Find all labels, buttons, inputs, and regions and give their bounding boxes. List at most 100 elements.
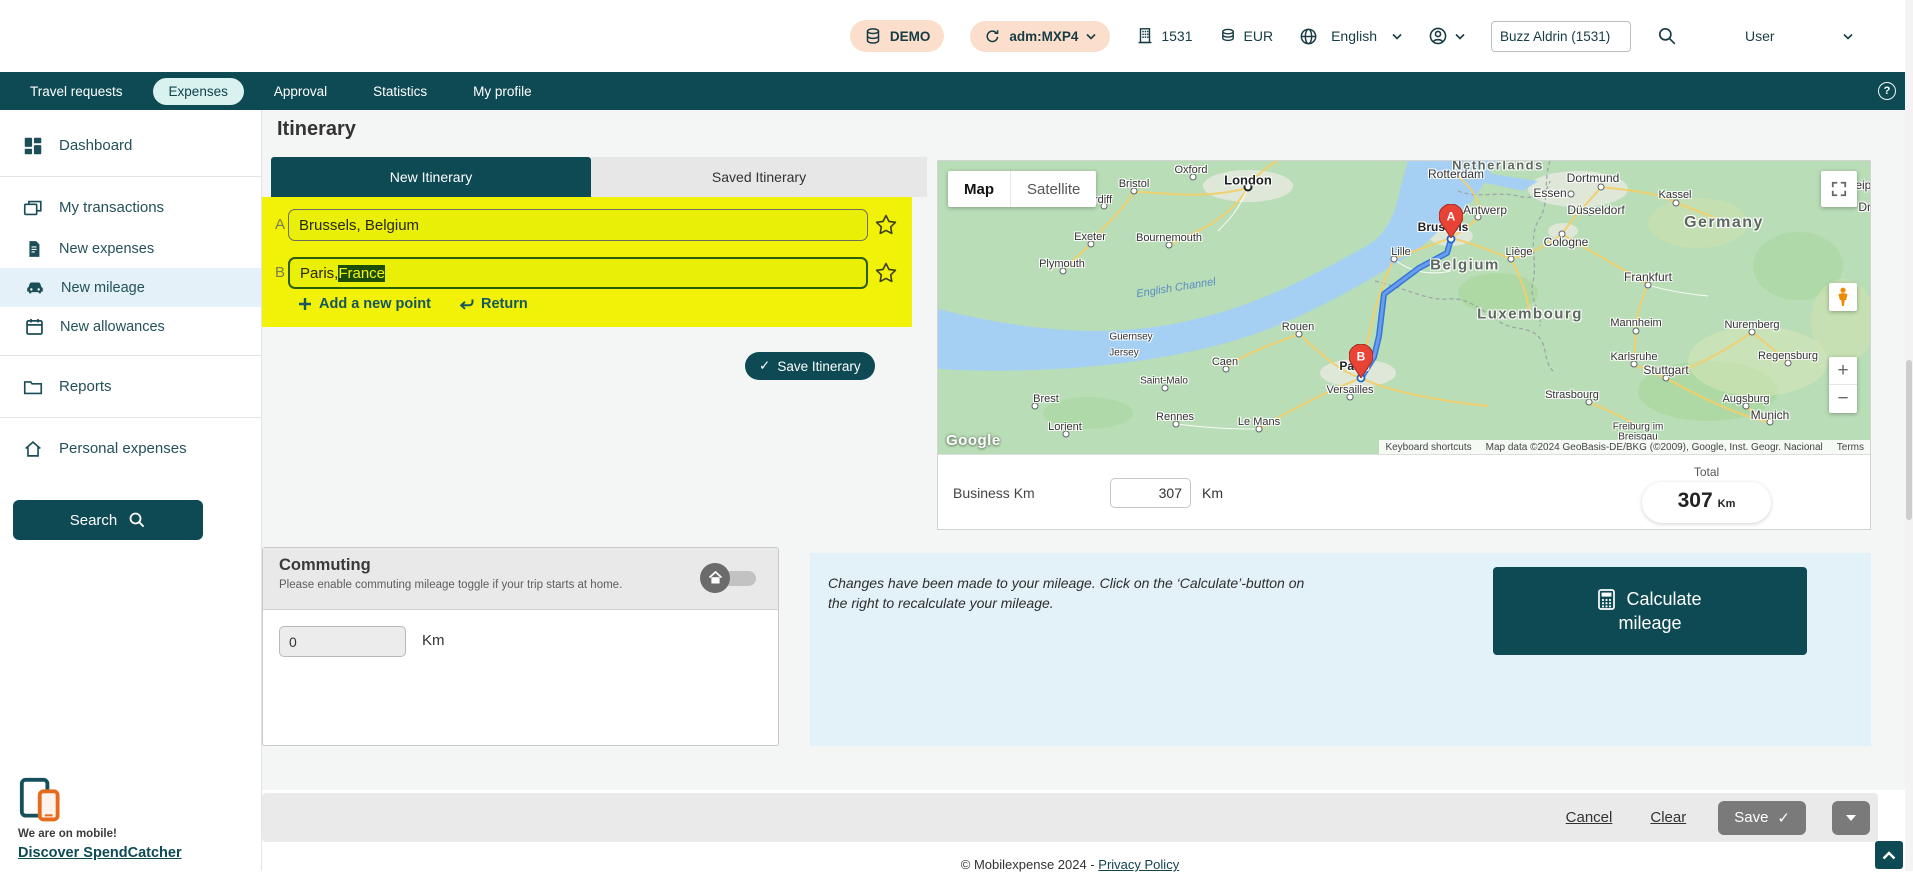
language-selector[interactable]: English: [1299, 27, 1402, 46]
role-selector[interactable]: User: [1745, 28, 1853, 44]
nav-tab-travel-requests[interactable]: Travel requests: [14, 78, 139, 105]
mobile-devices-icon: [18, 776, 182, 822]
keyboard-shortcuts-link[interactable]: Keyboard shortcuts: [1385, 442, 1471, 453]
calendar-icon: [24, 316, 45, 338]
total-unit: Km: [1718, 498, 1736, 510]
map-city-dot: [1785, 360, 1792, 367]
globe-icon: [1299, 27, 1318, 46]
map-city-dot: [1223, 366, 1230, 373]
map-city-dot: [1101, 203, 1108, 210]
plus-icon: [298, 297, 312, 311]
zoom-in-button[interactable]: +: [1829, 357, 1857, 385]
help-icon[interactable]: ?: [1878, 82, 1896, 100]
currency-group: EUR: [1219, 27, 1274, 45]
page-scrollbar[interactable]: [1905, 0, 1913, 871]
business-km-input[interactable]: [1110, 478, 1191, 508]
user-search-input[interactable]: [1491, 21, 1631, 52]
sidebar-search-button[interactable]: Search: [13, 500, 203, 540]
database-icon: [864, 27, 882, 45]
scroll-to-top-button[interactable]: [1875, 841, 1903, 869]
check-icon: ✓: [1777, 809, 1790, 827]
itinerary-point-input-a[interactable]: Brussels, Belgium: [288, 209, 868, 241]
map-city-dot: [1559, 231, 1566, 238]
itinerary-point-input-b[interactable]: Paris, France: [288, 257, 868, 289]
environment-label: adm:MXP4: [1009, 29, 1078, 44]
map-city-dot: [1767, 419, 1774, 426]
nav-tab-my-profile[interactable]: My profile: [457, 78, 548, 105]
sidebar-item-new-mileage[interactable]: New mileage: [0, 268, 261, 307]
map-city-dot: [1391, 256, 1398, 263]
home-icon: [708, 571, 723, 585]
environment-selector[interactable]: adm:MXP4: [970, 21, 1110, 52]
map-city-dot: [1631, 361, 1638, 368]
map-canvas[interactable]: OxfordLondonBristolCardiffExeterBournemo…: [938, 161, 1870, 454]
commuting-toggle[interactable]: [700, 563, 758, 593]
map-city-dot: [1598, 184, 1605, 191]
business-km-unit: Km: [1202, 485, 1223, 501]
pegman-control[interactable]: [1829, 283, 1857, 311]
sidebar: DashboardMy transactionsNew expensesNew …: [0, 110, 262, 871]
google-logo: Google: [946, 432, 1001, 449]
demo-badge[interactable]: DEMO: [850, 20, 945, 52]
sidebar-item-reports[interactable]: Reports: [0, 365, 261, 408]
tab-saved-itinerary[interactable]: Saved Itinerary: [591, 157, 927, 197]
map-type-satellite-button[interactable]: Satellite: [1010, 171, 1096, 207]
map-city-dot: [1645, 282, 1652, 289]
top-header: DEMO adm:MXP4 1531: [0, 0, 1913, 72]
return-link[interactable]: Return: [458, 296, 528, 312]
map-city-dot: [1568, 191, 1575, 198]
recalculate-panel: Changes have been made to your mileage. …: [810, 553, 1871, 746]
promo-link[interactable]: Discover SpendCatcher: [18, 845, 182, 861]
clear-button[interactable]: Clear: [1644, 808, 1692, 827]
map-city-dot: [1743, 403, 1750, 410]
map-marker-a-brussels[interactable]: A: [1439, 204, 1463, 238]
nav-tab-statistics[interactable]: Statistics: [357, 78, 443, 105]
map-marker-b-paris[interactable]: B: [1349, 344, 1373, 378]
main-content: Itinerary New Itinerary Saved Itinerary …: [262, 110, 1913, 871]
scrollbar-thumb[interactable]: [1906, 360, 1912, 520]
map-city-dot: [1296, 331, 1303, 338]
nav-tab-approval[interactable]: Approval: [258, 78, 343, 105]
favorite-star-icon-a[interactable]: [873, 211, 901, 239]
cancel-button[interactable]: Cancel: [1560, 808, 1619, 827]
calculate-mileage-button[interactable]: Calculate mileage: [1493, 567, 1807, 655]
calculator-icon: [1598, 589, 1615, 610]
add-point-link[interactable]: Add a new point: [298, 296, 431, 312]
map-fullscreen-button[interactable]: [1821, 171, 1857, 207]
toggle-knob: [700, 563, 730, 593]
zoom-out-button[interactable]: −: [1829, 385, 1857, 413]
itinerary-form-highlight: ABrussels, BelgiumBParis, France Add a n…: [262, 197, 912, 327]
save-itinerary-button[interactable]: ✓ Save Itinerary: [745, 352, 875, 380]
mileage-summary: Business Km Km Total 307 Km: [938, 454, 1870, 529]
map-city-dot: [1586, 399, 1593, 406]
save-options-button[interactable]: [1832, 801, 1870, 835]
sidebar-item-dashboard[interactable]: Dashboard: [0, 124, 261, 167]
pegman-icon: [1835, 287, 1851, 307]
map-city-dot: [1663, 375, 1670, 382]
map-city-dot: [1347, 394, 1354, 401]
nav-tab-expenses[interactable]: Expenses: [153, 78, 244, 105]
promo-tagline: We are on mobile!: [18, 828, 182, 840]
tab-new-itinerary[interactable]: New Itinerary: [271, 157, 591, 197]
commuting-km-input[interactable]: [279, 626, 406, 657]
entity-id: 1531: [1161, 28, 1192, 44]
map-city-dot: [1063, 431, 1070, 438]
terms-link[interactable]: Terms: [1837, 442, 1864, 453]
document-icon: [24, 238, 44, 260]
chevron-down-icon: [1392, 33, 1402, 40]
save-button[interactable]: Save ✓: [1718, 801, 1806, 835]
map-type-map-button[interactable]: Map: [948, 171, 1010, 207]
transactions-icon: [22, 197, 44, 219]
search-icon[interactable]: [1657, 26, 1677, 46]
sidebar-item-personal-expenses[interactable]: Personal expenses: [0, 427, 261, 470]
chevron-up-icon: [1882, 851, 1896, 860]
sidebar-item-new-allowances[interactable]: New allowances: [0, 307, 261, 346]
chevron-down-icon: [1455, 33, 1465, 40]
map-city-dot: [1749, 329, 1756, 336]
sidebar-item-new-expenses[interactable]: New expenses: [0, 229, 261, 268]
privacy-policy-link[interactable]: Privacy Policy: [1098, 857, 1179, 872]
impersonate-selector[interactable]: [1428, 26, 1465, 46]
main-nav: Travel requests Expenses Approval Statistic…: [0, 72, 1913, 110]
favorite-star-icon-b[interactable]: [873, 259, 901, 287]
sidebar-item-my-transactions[interactable]: My transactions: [0, 186, 261, 229]
